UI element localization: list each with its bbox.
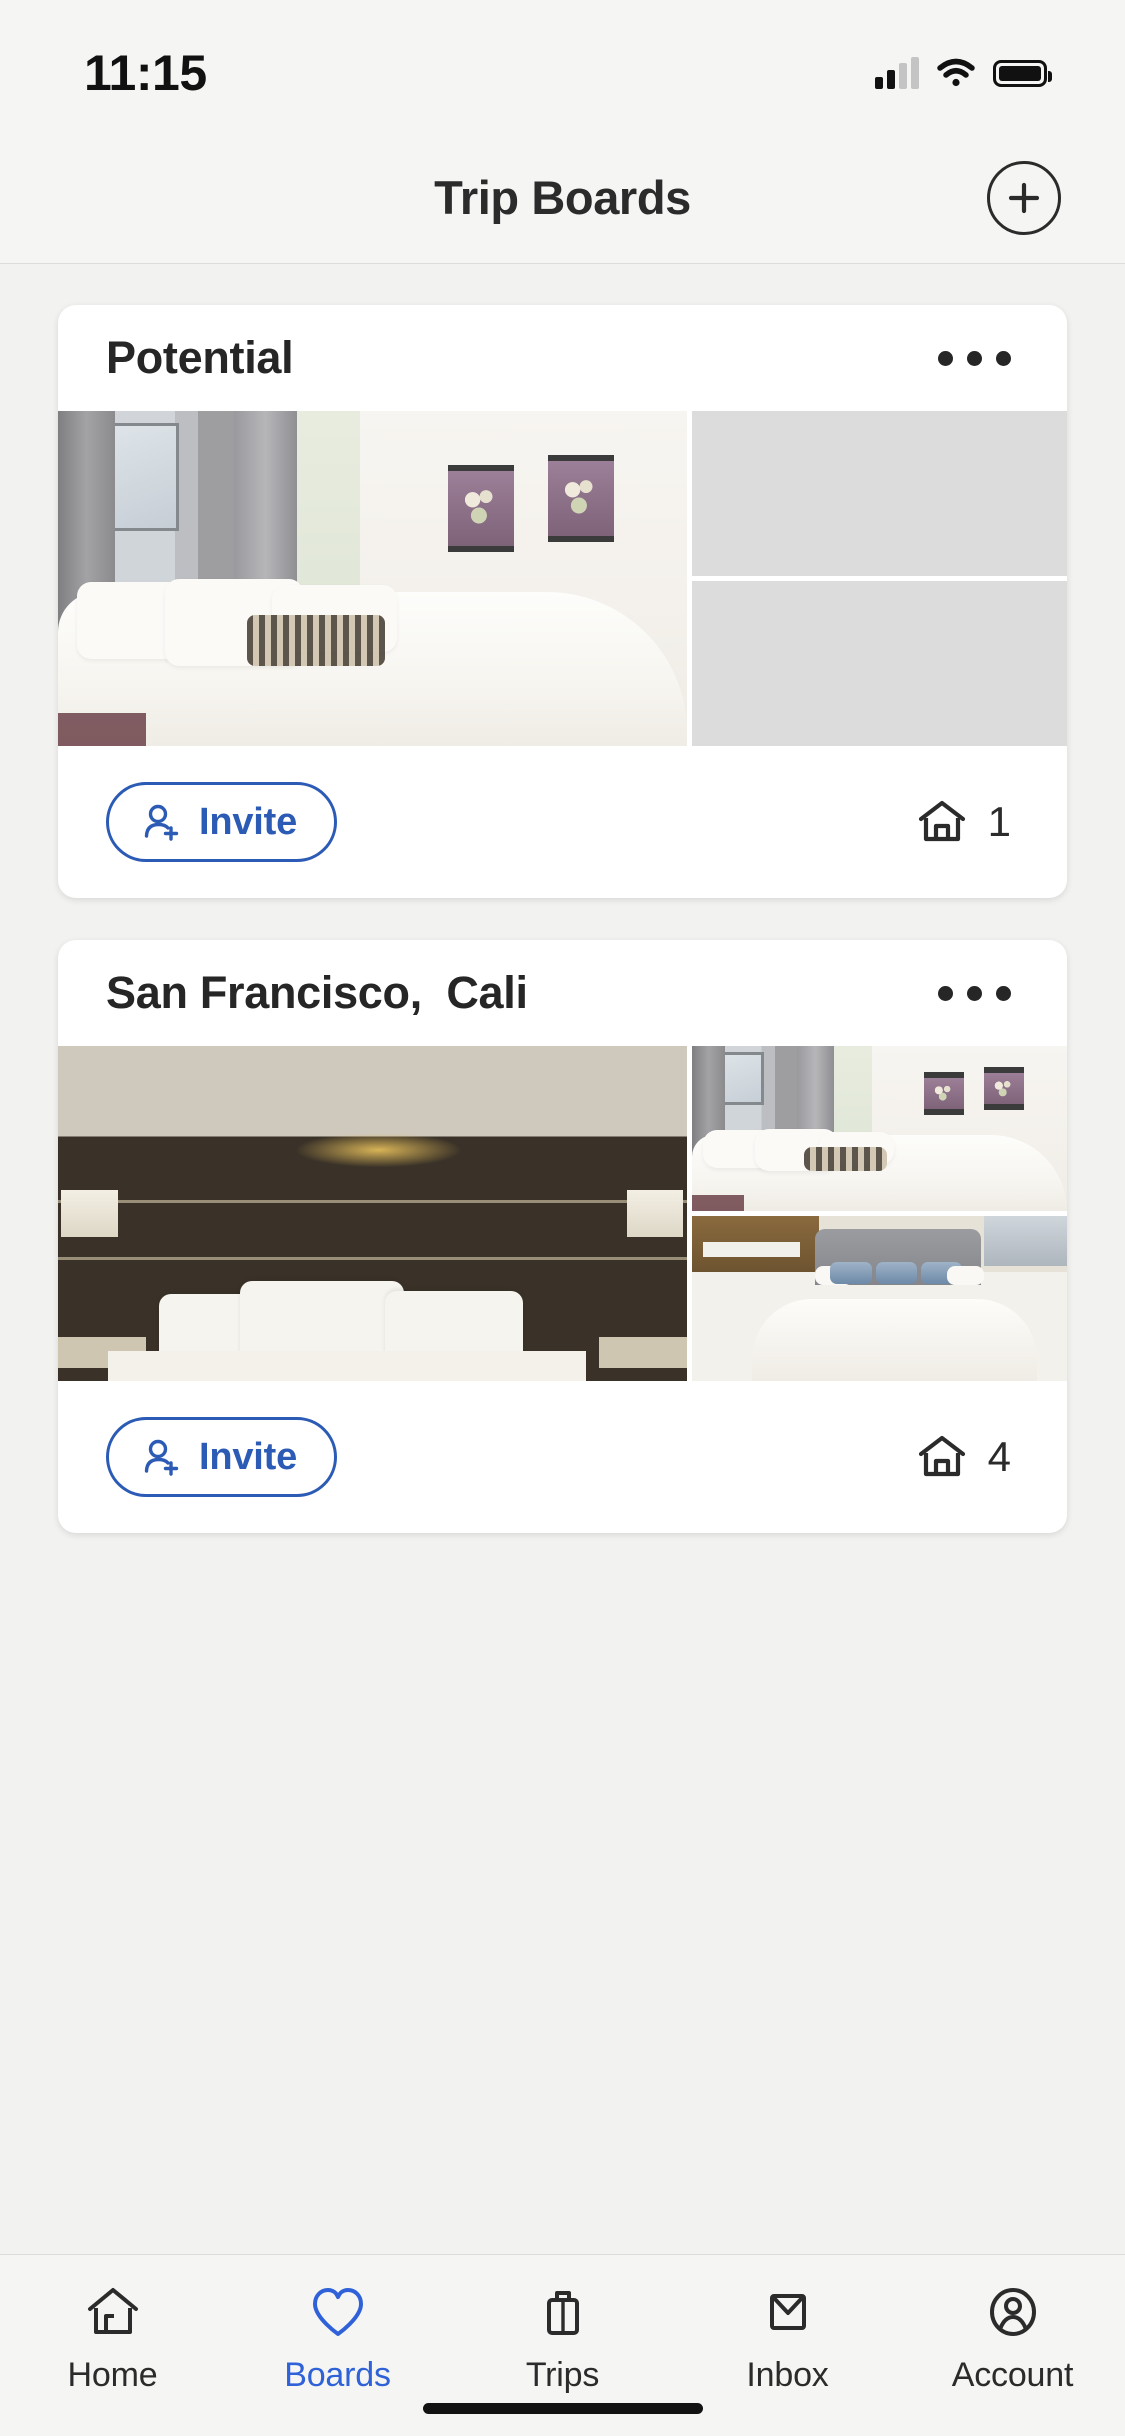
heart-icon [308,2281,368,2343]
plus-icon [1008,182,1040,213]
bottom-tab-bar: Home Boards Trips Inbox Account [0,2254,1125,2436]
board-menu-button[interactable] [934,335,1015,382]
board-card-footer: Invite 1 [58,746,1067,898]
home-indicator [422,2403,703,2414]
bright-bedroom-thumbnail[interactable] [691,1046,1067,1211]
wifi-icon [937,58,975,87]
cellular-signal-icon [875,57,919,89]
tab-label: Home [67,2356,158,2394]
board-title: Potential [106,332,294,383]
briefcase-icon [533,2281,593,2343]
tab-boards[interactable]: Boards [225,2255,450,2436]
board-card-header: San Francisco, Cali [58,940,1067,1046]
page-title: Trip Boards [434,171,691,224]
invite-button[interactable]: Invite [106,1417,338,1497]
tab-label: Trips [525,2356,600,2394]
board-card[interactable]: San Francisco, Cali Invite 4 [58,940,1067,1533]
tab-home[interactable]: Home [0,2255,225,2436]
house-icon [83,2281,143,2343]
invite-button[interactable]: Invite [106,782,338,862]
board-card-header: Potential [58,305,1067,411]
boards-list[interactable]: Potential Invite 1 San Francisco, Cali I… [0,265,1125,2375]
bright-bedroom-photo[interactable] [58,411,687,746]
person-add-icon [144,804,179,841]
property-count-value: 4 [987,1433,1011,1480]
battery-full-icon [993,59,1052,87]
board-photo-collage[interactable] [58,411,1067,746]
status-bar: 11:15 [0,0,1125,132]
dark-headboard-room-photo[interactable] [58,1046,687,1381]
gray-headboard-room-thumbnail[interactable] [691,1216,1067,1381]
tab-account[interactable]: Account [900,2255,1125,2436]
property-count: 1 [916,798,1011,846]
add-board-button[interactable] [987,160,1061,235]
board-menu-button[interactable] [934,970,1015,1017]
person-add-icon [144,1439,179,1476]
photo-placeholder-bottom[interactable] [691,581,1067,746]
envelope-icon [758,2281,818,2343]
status-indicators [875,57,1052,89]
board-card-footer: Invite 4 [58,1381,1067,1533]
photo-placeholder-top[interactable] [691,411,1067,576]
board-photo-collage[interactable] [58,1046,1067,1381]
tab-inbox[interactable]: Inbox [675,2255,900,2436]
property-count-value: 1 [987,798,1011,845]
property-count: 4 [916,1433,1011,1481]
board-title: San Francisco, Cali [106,967,528,1018]
board-card[interactable]: Potential Invite 1 [58,305,1067,898]
invite-button-label: Invite [199,1435,298,1478]
tab-label: Inbox [746,2356,829,2394]
person-circle-icon [983,2281,1043,2343]
house-icon [918,800,965,842]
tab-label: Boards [284,2356,391,2394]
page-header: Trip Boards [0,132,1125,264]
status-time: 11:15 [84,45,207,101]
house-icon [918,1435,965,1477]
tab-label: Account [951,2356,1074,2394]
invite-button-label: Invite [199,800,298,843]
